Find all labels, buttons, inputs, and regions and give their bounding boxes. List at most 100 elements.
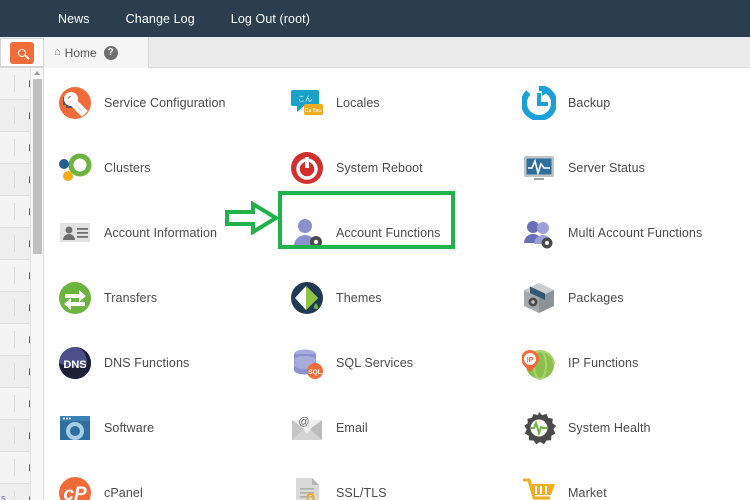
tile-clusters[interactable]: Clusters [58, 135, 290, 200]
whm-home-screen: News Change Log Log Out (root) ⌂ Home ? … [0, 0, 750, 500]
sidebar-item-divider [14, 75, 15, 92]
tile-system-health[interactable]: System Health [522, 395, 750, 460]
wrench-gear-icon [58, 86, 92, 120]
users-gear-icon [522, 216, 556, 250]
tile-ip-functions[interactable]: IP IP Functions [521, 330, 750, 395]
feature-tile-grid: Service Configuration こん Ca llau Locales Bac… [44, 68, 750, 500]
search-icon [18, 48, 26, 57]
id-card-icon [58, 216, 92, 250]
tile-label: Themes [336, 290, 382, 305]
svg-text:DNS: DNS [63, 359, 86, 371]
tile-label: Account Functions [336, 225, 441, 240]
backup-clock-icon [521, 84, 557, 121]
tile-label: SSL/TLS [336, 485, 387, 500]
sidebar-item-divider [14, 203, 15, 220]
nav-link-log-out[interactable]: Log Out (root) [231, 12, 310, 26]
tile-label: DNS Functions [104, 355, 190, 370]
tile-label: System Health [568, 420, 651, 435]
tile-system-reboot[interactable]: System Reboot [290, 135, 522, 200]
sidebar-search-box[interactable] [0, 38, 44, 67]
tile-dns-functions[interactable]: DNS DNS Functions [58, 330, 290, 395]
paint-bucket-icon [290, 281, 324, 315]
sidebar-item-divider [14, 363, 15, 380]
tile-label: SQL Services [336, 355, 414, 370]
tile-account-functions[interactable]: Account Functions [290, 200, 522, 265]
ip-globe-icon: IP [521, 346, 556, 380]
sidebar-item-divider [14, 427, 15, 444]
nav-link-change-log[interactable]: Change Log [126, 12, 195, 26]
sidebar-item-divider [14, 267, 15, 284]
tile-ssl-tls[interactable]: SSL/TLS [290, 460, 522, 500]
main-content: Service Configuration こん Ca llau Locales Bac… [44, 68, 750, 500]
sidebar-item-divider [14, 395, 15, 412]
tile-multi-account-functions[interactable]: Multi Account Functions [522, 200, 750, 265]
search-button[interactable] [10, 41, 34, 64]
tile-label: Packages [568, 290, 624, 305]
scroll-up-arrow-icon[interactable] [34, 71, 40, 75]
tile-account-information[interactable]: Account Information [58, 200, 290, 265]
breadcrumb-bar: ⌂ Home ? [0, 37, 750, 68]
tile-label: Backup [568, 95, 611, 110]
svg-text:@: @ [298, 416, 309, 428]
sidebar-item-divider [14, 107, 15, 124]
ssl-lock-doc-icon [290, 476, 324, 500]
breadcrumb-home-label[interactable]: Home [65, 46, 97, 60]
svg-text:SQL: SQL [308, 369, 321, 376]
svg-text:cP: cP [63, 484, 87, 500]
gear-health-icon [522, 411, 556, 445]
help-icon[interactable]: ? [103, 45, 118, 60]
svg-text:IP: IP [527, 357, 534, 364]
tile-label: Locales [336, 95, 380, 110]
sidebar-scrollbar[interactable] [30, 68, 43, 500]
sidebar-item-divider [14, 331, 15, 348]
monitor-pulse-icon [522, 151, 556, 185]
tile-sql-services[interactable]: SQL SQL Services [290, 330, 522, 395]
tile-market[interactable]: Market [522, 460, 750, 500]
nav-link-news[interactable]: News [58, 12, 90, 26]
tile-label: Software [104, 420, 155, 435]
sidebar-item-partial-label: s [1, 493, 6, 500]
tile-label: Transfers [104, 290, 158, 305]
svg-text:こん: こん [298, 95, 312, 103]
clusters-nodes-icon [58, 151, 92, 185]
shopping-cart-icon [522, 476, 556, 500]
tile-label: Service Configuration [104, 95, 226, 110]
tile-cpanel[interactable]: cP cPanel [58, 460, 290, 500]
tile-label: Account Information [104, 225, 218, 240]
tile-label: Market [568, 485, 607, 500]
database-sql-icon: SQL [290, 346, 324, 380]
transfer-arrows-icon [58, 281, 92, 315]
user-gear-icon [290, 216, 324, 250]
tile-backup[interactable]: Backup [521, 70, 750, 135]
tile-packages[interactable]: Packages [522, 265, 750, 330]
tile-email[interactable]: @ Email [290, 395, 522, 460]
tile-label: Clusters [104, 160, 151, 175]
svg-text:Ca llau: Ca llau [304, 108, 321, 114]
sidebar-scrollbar-thumb[interactable] [33, 79, 42, 254]
breadcrumb[interactable]: ⌂ Home ? [44, 37, 149, 68]
software-window-icon [58, 411, 92, 445]
tile-software[interactable]: Software [58, 395, 290, 460]
top-nav-links: News Change Log Log Out (root) [58, 12, 310, 26]
tile-label: Server Status [568, 160, 646, 175]
sidebar-item-divider [14, 491, 15, 500]
home-icon: ⌂ [54, 46, 61, 58]
sidebar-item-divider [14, 171, 15, 188]
sidebar-item-divider [14, 459, 15, 476]
cpanel-logo-icon: cP [58, 476, 92, 500]
speech-bubble-icon: こん Ca llau [290, 86, 324, 120]
tile-transfers[interactable]: Transfers [58, 265, 290, 330]
tile-themes[interactable]: Themes [290, 265, 522, 330]
tile-label: Email [336, 420, 368, 435]
sidebar-item-divider [14, 139, 15, 156]
package-box-icon [522, 281, 556, 315]
tile-service-configuration[interactable]: Service Configuration [58, 70, 290, 135]
tile-label: Multi Account Functions [568, 225, 703, 240]
tile-server-status[interactable]: Server Status [522, 135, 750, 200]
tile-label: System Reboot [336, 160, 423, 175]
tile-label: IP Functions [568, 355, 639, 370]
tile-label: cPanel [104, 485, 143, 500]
top-navigation-bar: News Change Log Log Out (root) [0, 0, 750, 37]
tile-locales[interactable]: こん Ca llau Locales [290, 70, 522, 135]
sidebar-item-divider [14, 299, 15, 316]
